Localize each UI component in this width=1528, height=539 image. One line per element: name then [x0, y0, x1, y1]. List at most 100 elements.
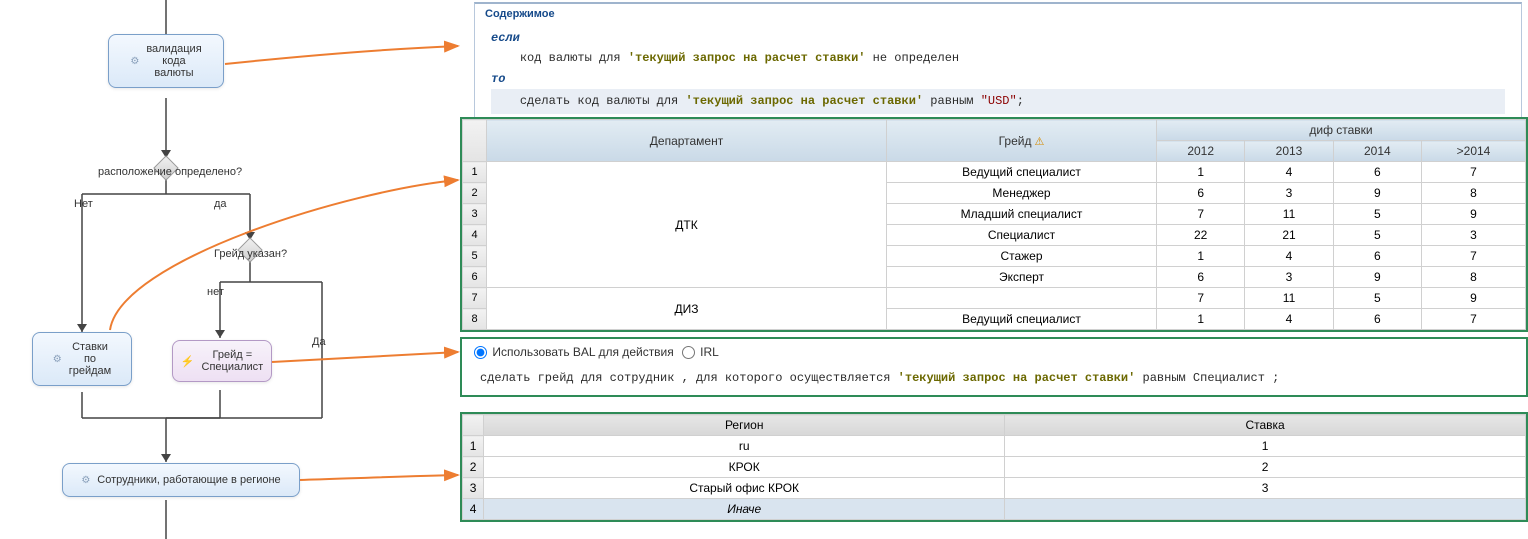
table-row[interactable]: 1 ru 1: [463, 436, 1526, 457]
rule-text-a: сделать грейд для сотрудник , для которо…: [480, 371, 898, 385]
col-rate[interactable]: Ставка: [1005, 415, 1526, 436]
val-cell[interactable]: 9: [1333, 267, 1421, 288]
val-cell[interactable]: 5: [1333, 204, 1421, 225]
val-cell[interactable]: 5: [1333, 225, 1421, 246]
region-rate-table[interactable]: Регион Ставка 1 ru 1 2 КРОК 2 3 Старый о…: [462, 414, 1526, 520]
table-row[interactable]: 1 ДТК Ведущий специалист 1 4 6 7: [463, 162, 1526, 183]
val-cell[interactable]: 8: [1422, 183, 1526, 204]
val-cell[interactable]: 7: [1157, 204, 1245, 225]
val-cell[interactable]: 11: [1245, 288, 1333, 309]
string data-interactable[interactable]: сделать грейд для сотрудник , для которо…: [462, 365, 1526, 395]
val-cell[interactable]: 7: [1422, 309, 1526, 330]
rate-cell[interactable]: 3: [1005, 478, 1526, 499]
grade-cell[interactable]: Младший специалист: [887, 204, 1157, 225]
val-cell[interactable]: 21: [1245, 225, 1333, 246]
rate-cell[interactable]: 1: [1005, 436, 1526, 457]
node-rates-by-grade[interactable]: Ставки по грейдам: [32, 332, 132, 386]
val-cell[interactable]: 1: [1157, 162, 1245, 183]
code-quoted: 'текущий запрос на расчет ставки': [685, 94, 923, 108]
grade-cell[interactable]: Стажер: [887, 246, 1157, 267]
code-text: не определен: [865, 51, 959, 65]
table-row[interactable]: 7 ДИЗ 7 11 5 9: [463, 288, 1526, 309]
rate-cell[interactable]: [1005, 499, 1526, 520]
grade-cell[interactable]: Ведущий специалист: [887, 162, 1157, 183]
region-cell[interactable]: Иначе: [484, 499, 1005, 520]
val-cell[interactable]: 9: [1422, 288, 1526, 309]
grade-cell[interactable]: Специалист: [887, 225, 1157, 246]
rownum-cell: 1: [463, 436, 484, 457]
region-cell[interactable]: КРОК: [484, 457, 1005, 478]
code-text: сделать код валюты для: [520, 94, 686, 108]
dept-grade-table[interactable]: Департамент Грейд диф ставки 2012 2013 2…: [462, 119, 1526, 330]
warning-icon: [1032, 134, 1045, 148]
grade-cell[interactable]: [887, 288, 1157, 309]
val-cell[interactable]: 1: [1157, 246, 1245, 267]
col-year[interactable]: 2013: [1245, 141, 1333, 162]
col-year[interactable]: 2012: [1157, 141, 1245, 162]
code-text: код валюты для: [520, 51, 628, 65]
col-region[interactable]: Регион: [484, 415, 1005, 436]
col-grade[interactable]: Грейд: [887, 120, 1157, 162]
val-cell[interactable]: 22: [1157, 225, 1245, 246]
branch-no-label: Нет: [74, 198, 93, 210]
rule-text-quoted: 'текущий запрос на расчет ставки': [898, 371, 1136, 385]
val-cell[interactable]: 6: [1333, 246, 1421, 267]
node-grade-specialist[interactable]: Грейд = Специалист: [172, 340, 272, 382]
table-row[interactable]: 2 КРОК 2: [463, 457, 1526, 478]
rate-cell[interactable]: 2: [1005, 457, 1526, 478]
val-cell[interactable]: 9: [1422, 204, 1526, 225]
val-cell[interactable]: 4: [1245, 162, 1333, 183]
val-cell[interactable]: 6: [1333, 162, 1421, 183]
dept-cell[interactable]: ДИЗ: [487, 288, 887, 330]
val-cell[interactable]: 7: [1157, 288, 1245, 309]
val-cell[interactable]: 7: [1422, 162, 1526, 183]
val-cell[interactable]: 4: [1245, 246, 1333, 267]
code-text: ;: [1017, 94, 1024, 108]
code-panel-header: Содержимое: [475, 4, 1521, 24]
rule-action-section: Использовать BAL для действия IRL сделат…: [460, 337, 1528, 397]
val-cell[interactable]: 5: [1333, 288, 1421, 309]
code-body[interactable]: если код валюты для 'текущий запрос на р…: [475, 24, 1521, 122]
grade-cell[interactable]: Менеджер: [887, 183, 1157, 204]
val-cell[interactable]: 3: [1245, 267, 1333, 288]
col-year[interactable]: 2014: [1333, 141, 1421, 162]
radio-irl[interactable]: IRL: [682, 345, 719, 359]
val-cell[interactable]: 7: [1422, 246, 1526, 267]
col-department[interactable]: Департамент: [487, 120, 887, 162]
val-cell[interactable]: 3: [1422, 225, 1526, 246]
table-row[interactable]: 3 Старый офис КРОК 3: [463, 478, 1526, 499]
radio-irl-input[interactable]: [682, 346, 695, 359]
val-cell[interactable]: 9: [1333, 183, 1421, 204]
node-validate-currency[interactable]: валидация кода валюты: [108, 34, 224, 88]
code-text: равным: [923, 94, 981, 108]
val-cell[interactable]: 4: [1245, 309, 1333, 330]
node-employees-region[interactable]: Сотрудники, работающие в регионе: [62, 463, 300, 497]
gear-icon: [53, 353, 65, 365]
dept-cell[interactable]: ДТК: [487, 162, 887, 288]
val-cell[interactable]: 6: [1157, 267, 1245, 288]
radio-bal-input[interactable]: [474, 346, 487, 359]
table-row[interactable]: 4 Иначе: [463, 499, 1526, 520]
dept-grade-section: Департамент Грейд диф ставки 2012 2013 2…: [460, 117, 1528, 332]
radio-bal[interactable]: Использовать BAL для действия: [474, 345, 674, 359]
node-label: Сотрудники, работающие в регионе: [97, 474, 280, 486]
val-cell[interactable]: 1: [1157, 309, 1245, 330]
rownum-cell: 4: [463, 225, 487, 246]
grade-cell[interactable]: Ведущий специалист: [887, 309, 1157, 330]
region-rate-section: Регион Ставка 1 ru 1 2 КРОК 2 3 Старый о…: [460, 412, 1528, 522]
region-cell[interactable]: ru: [484, 436, 1005, 457]
grade-cell[interactable]: Эксперт: [887, 267, 1157, 288]
val-cell[interactable]: 11: [1245, 204, 1333, 225]
region-cell[interactable]: Старый офис КРОК: [484, 478, 1005, 499]
val-cell[interactable]: 6: [1333, 309, 1421, 330]
val-cell[interactable]: 6: [1157, 183, 1245, 204]
gear-icon: [81, 474, 93, 486]
col-year[interactable]: >2014: [1422, 141, 1526, 162]
node-label: Грейд = Специалист: [202, 349, 264, 373]
val-cell[interactable]: 8: [1422, 267, 1526, 288]
col-diff-rates[interactable]: диф ставки: [1157, 120, 1526, 141]
rownum-cell: 8: [463, 309, 487, 330]
val-cell[interactable]: 3: [1245, 183, 1333, 204]
rownum-cell: 6: [463, 267, 487, 288]
flowchart-panel: валидация кода валюты расположение опред…: [0, 0, 460, 539]
